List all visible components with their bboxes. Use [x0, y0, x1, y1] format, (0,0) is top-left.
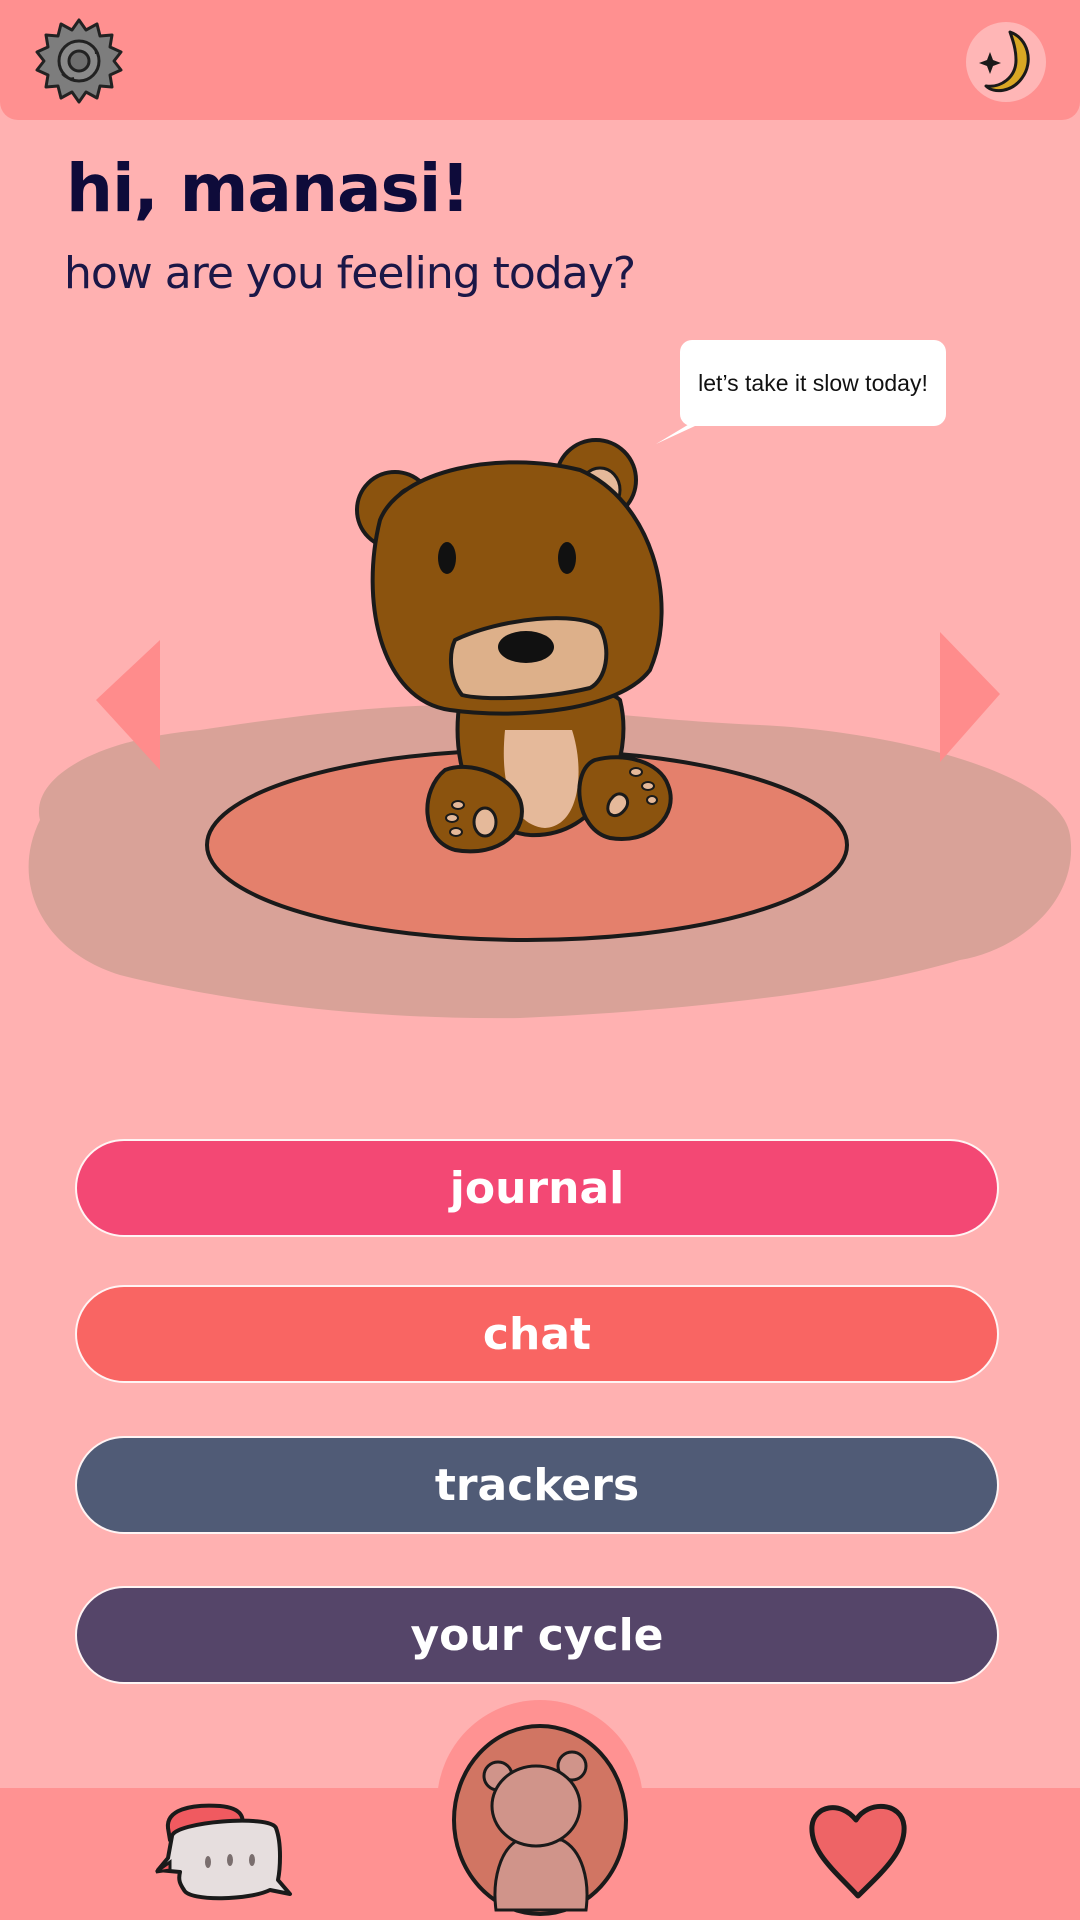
speech-bubble-icon[interactable] — [150, 1800, 294, 1904]
triangle-left-icon[interactable] — [96, 640, 160, 770]
speech-bubble: let’s take it slow today! — [680, 340, 946, 426]
greeting-subtitle: how are you feeling today? — [64, 248, 636, 299]
your-cycle-button[interactable]: your cycle — [75, 1586, 999, 1684]
companion-scene — [28, 438, 1072, 1019]
greeting-title: hi, manasi! — [66, 150, 470, 227]
gear-icon[interactable] — [34, 16, 124, 106]
heart-icon[interactable] — [806, 1796, 910, 1900]
bear-avatar-icon[interactable] — [448, 1710, 632, 1916]
chat-button[interactable]: chat — [75, 1285, 999, 1383]
triangle-right-icon[interactable] — [940, 632, 1004, 762]
moon-star-icon[interactable] — [966, 22, 1046, 102]
journal-button[interactable]: journal — [75, 1139, 999, 1237]
top-bar — [0, 0, 1080, 120]
trackers-button[interactable]: trackers — [75, 1436, 999, 1534]
